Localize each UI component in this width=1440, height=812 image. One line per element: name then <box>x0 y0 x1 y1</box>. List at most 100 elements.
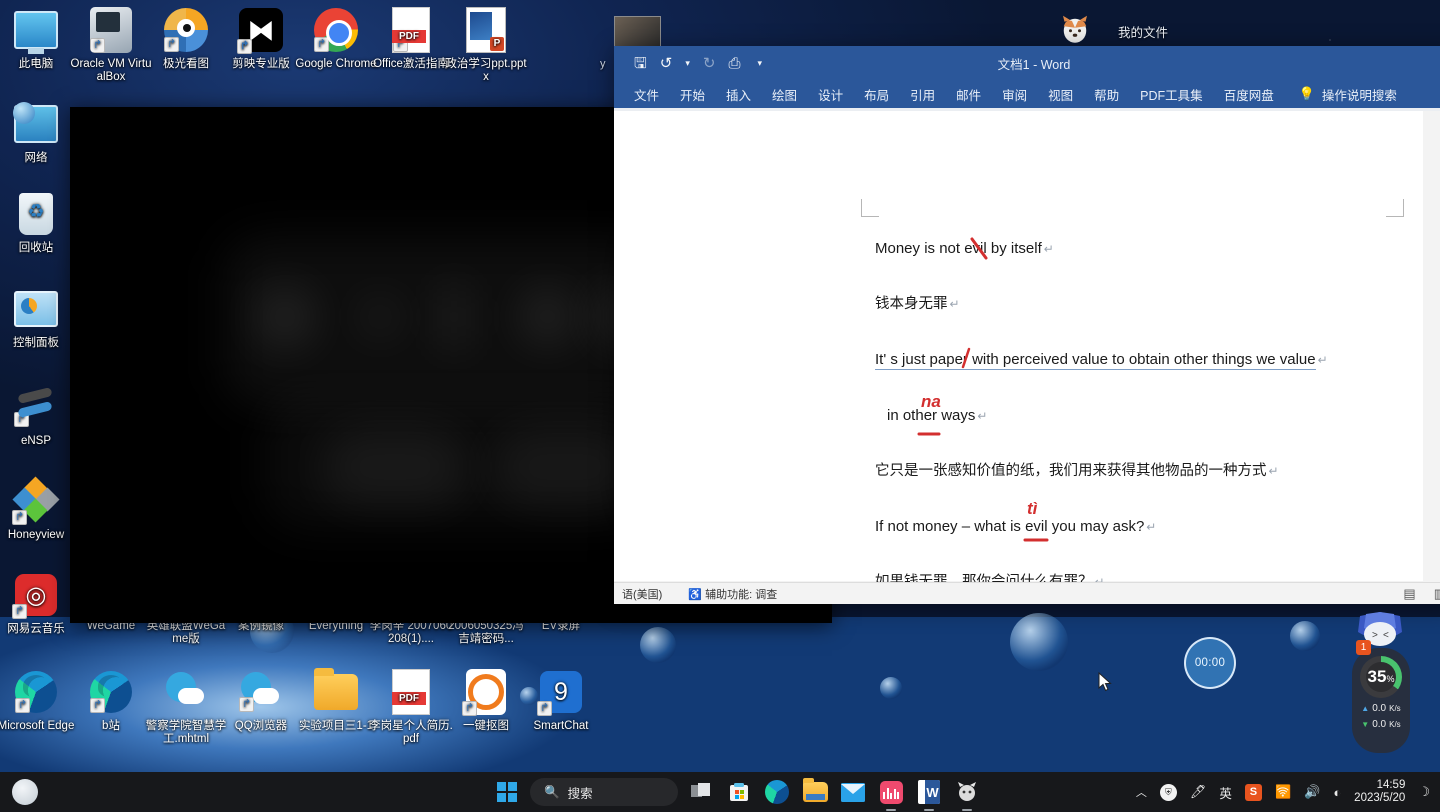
timer-widget[interactable]: 00:00 <box>1184 637 1236 689</box>
desktop-icon-experiment-folder[interactable]: 实验项目三1-1 <box>294 668 378 733</box>
desktop-icon-network[interactable]: 网络 <box>0 100 78 165</box>
desktop-icon-control-panel[interactable]: 控制面板 <box>0 285 78 350</box>
desktop-icon-label: Office激活指南 <box>373 58 449 70</box>
start-button[interactable] <box>492 777 522 807</box>
desktop-icon-qq-browser[interactable]: QQ浏览器 <box>219 668 303 733</box>
tab-view[interactable]: 视图 <box>1048 85 1073 104</box>
partial-desktop-label: y <box>600 58 606 70</box>
tab-home[interactable]: 开始 <box>680 85 705 104</box>
tab-baidu-netdisk[interactable]: 百度网盘 <box>1224 85 1274 104</box>
taskbar-weather-widget[interactable] <box>12 779 38 805</box>
desktop-icon-lol-wegame[interactable]: 英雄联盟WeGame版 <box>144 620 228 646</box>
desktop-icon-ligangxin-file[interactable]: 李岗辛 2007060208(1).... <box>369 620 453 646</box>
qat-more-icon[interactable]: ▾ <box>757 58 762 68</box>
desktop-icon-politics-ppt[interactable]: 政治学习ppt.pptx <box>444 6 528 84</box>
red-strike-just <box>961 347 971 369</box>
undo-dropdown-icon[interactable]: ▾ <box>685 58 690 68</box>
desktop-icon-chrome[interactable]: Google Chrome <box>294 6 378 71</box>
margin-mark-right-h <box>1386 216 1404 217</box>
tab-pdf-tools[interactable]: PDF工具集 <box>1140 85 1203 104</box>
desktop-icon-fengjijing-file[interactable]: 2006050325冯吉靖密码... <box>444 620 528 646</box>
wifi-icon[interactable]: 🛜 <box>1275 784 1291 800</box>
print-layout-view-icon[interactable]: ▤ <box>1403 586 1415 602</box>
redo-icon[interactable]: ↻ <box>703 56 716 71</box>
volume-icon[interactable]: 🔊 <box>1304 784 1320 800</box>
clock-date: 2023/5/20 <box>1354 792 1406 804</box>
desktop-icon-this-pc[interactable]: 此电脑 <box>0 6 78 71</box>
recorder-button[interactable] <box>876 777 906 807</box>
tab-draw[interactable]: 绘图 <box>772 85 797 104</box>
quick-access-toolbar[interactable]: 🖫 ↺ ▾ ↻ ⎙ ▾ <box>622 56 762 71</box>
desktop-icon-label: 英雄联盟WeGame版 <box>146 620 226 645</box>
taskbar-clock[interactable]: 14:59 2023/5/20 <box>1354 779 1405 805</box>
desktop-icon-ensp[interactable]: eNSP <box>0 383 78 448</box>
system-tray[interactable]: ︿ ⛨ 🖊 英 S 🛜 🔊 ◐ 14:59 2023/5/20 ☽ <box>1136 779 1430 805</box>
tab-review[interactable]: 审阅 <box>1002 85 1027 104</box>
word-title-bar[interactable]: 🖫 ↺ ▾ ↻ ⎙ ▾ 文档1 - Word li <box>614 46 1440 80</box>
edge-icon <box>765 780 789 804</box>
tell-me-box[interactable]: 💡 操作说明搜索 <box>1299 85 1397 104</box>
pet-app-button[interactable] <box>952 777 982 807</box>
document-text-body[interactable]: Money is not evil by itself ↵ 钱本身无罪 ↵ It' … <box>875 239 1405 582</box>
pen-icon[interactable]: 🖊 <box>1190 784 1207 800</box>
desktop-icon-aurora-viewer[interactable]: 极光看图 <box>144 6 228 71</box>
save-icon[interactable]: 🖫 <box>634 56 647 71</box>
desktop-icon-bilibili[interactable]: b站 <box>69 668 153 733</box>
timer-value: 00:00 <box>1194 657 1226 669</box>
weather-icon[interactable] <box>12 779 38 805</box>
notification-center-icon[interactable]: ☽ <box>1418 784 1430 800</box>
tab-design[interactable]: 设计 <box>818 85 843 104</box>
undo-icon[interactable]: ↺ <box>660 56 673 71</box>
word-status-bar[interactable]: 语(美国) ♿ 辅助功能: 调查 ▤ ▥ <box>614 582 1440 604</box>
network-monitor-widget[interactable]: 35% ▲ 0.0 K/s ▼ 0.0 K/s <box>1352 648 1410 753</box>
show-hidden-icons-icon[interactable]: ︿ <box>1136 784 1147 800</box>
edge-button[interactable] <box>762 777 792 807</box>
notification-badge[interactable]: 1 <box>1356 640 1371 655</box>
tab-insert[interactable]: 插入 <box>726 85 751 104</box>
tab-help[interactable]: 帮助 <box>1094 85 1119 104</box>
desktop-icon-label: 此电脑 <box>18 58 54 70</box>
tab-layout[interactable]: 布局 <box>864 85 889 104</box>
download-arrow-icon: ▼ <box>1361 720 1370 729</box>
view-mode-buttons[interactable]: ▤ ▥ <box>1403 586 1440 602</box>
desktop-icon-honeyview[interactable]: Honeyview <box>0 476 78 542</box>
word-page[interactable]: Money is not evil by itself ↵ 钱本身无罪 ↵ It' … <box>614 111 1423 582</box>
desktop-icon-label: SmartChat <box>533 720 589 732</box>
snipaste-icon[interactable]: S <box>1244 783 1262 801</box>
tab-file[interactable]: 文件 <box>634 85 659 104</box>
tab-references[interactable]: 引用 <box>910 85 935 104</box>
word-button[interactable]: W <box>914 777 944 807</box>
read-mode-view-icon[interactable]: ▥ <box>1434 586 1440 602</box>
desktop-icon-edge[interactable]: Microsoft Edge <box>0 668 78 733</box>
my-files-label: 我的文件 <box>1118 26 1169 40</box>
status-language[interactable]: 语(美国) <box>622 586 662 602</box>
taskbar[interactable]: 🔍 搜索 W ︿ ⛨ 🖊 英 S 🛜 🔊 ◐ 14:59 2023/5/20 ☽ <box>0 772 1440 812</box>
status-accessibility[interactable]: ♿ 辅助功能: 调查 <box>688 586 777 602</box>
desktop-icon-jianying[interactable]: ⧓ 剪映专业版 <box>219 6 303 71</box>
desktop-icon-office-guide[interactable]: Office激活指南 <box>369 6 453 71</box>
customize-toolbar-icon[interactable]: ⎙ <box>728 56 740 71</box>
desktop-icon-label: Microsoft Edge <box>0 720 75 732</box>
word-document-area[interactable]: Money is not evil by itself ↵ 钱本身无罪 ↵ It' … <box>614 111 1440 582</box>
dog-pet-icon[interactable] <box>1060 14 1090 46</box>
tab-mailings[interactable]: 邮件 <box>956 85 981 104</box>
search-button[interactable]: 🔍 搜索 <box>530 778 678 806</box>
taskbar-buttons[interactable]: 🔍 搜索 W <box>492 777 982 807</box>
word-ribbon-tabs[interactable]: 文件 开始 插入 绘图 设计 布局 引用 邮件 审阅 视图 帮助 PDF工具集 … <box>614 80 1440 108</box>
mail-button[interactable] <box>838 777 868 807</box>
desktop-icon-recycle-bin[interactable]: 回收站 <box>0 190 78 255</box>
microsoft-store-button[interactable] <box>724 777 754 807</box>
ime-icon[interactable]: 英 <box>1219 783 1232 802</box>
desktop-icon-police-academy-mhtml[interactable]: 警察学院智慧学工.mhtml <box>144 668 228 746</box>
word-window[interactable]: 🖫 ↺ ▾ ↻ ⎙ ▾ 文档1 - Word li 文件 开始 插入 绘图 设计… <box>614 46 1440 604</box>
desktop-icon-netease-music[interactable]: ◎ 网易云音乐 <box>0 571 78 636</box>
desktop-icon-smartchat[interactable]: 9 SmartChat <box>519 668 603 733</box>
desktop-icon-resume-pdf[interactable]: 李岗星个人简历.pdf <box>369 668 453 746</box>
security-center-icon[interactable]: ⛨ <box>1159 783 1177 801</box>
margin-mark-right-v <box>1403 199 1404 217</box>
battery-icon[interactable]: ◐ <box>1333 785 1341 800</box>
desktop-icon-one-click-cutout[interactable]: 一键抠图 <box>444 668 528 733</box>
file-explorer-button[interactable] <box>800 777 830 807</box>
desktop-icon-virtualbox[interactable]: Oracle VM VirtualBox <box>69 6 153 84</box>
task-view-button[interactable] <box>686 777 716 807</box>
